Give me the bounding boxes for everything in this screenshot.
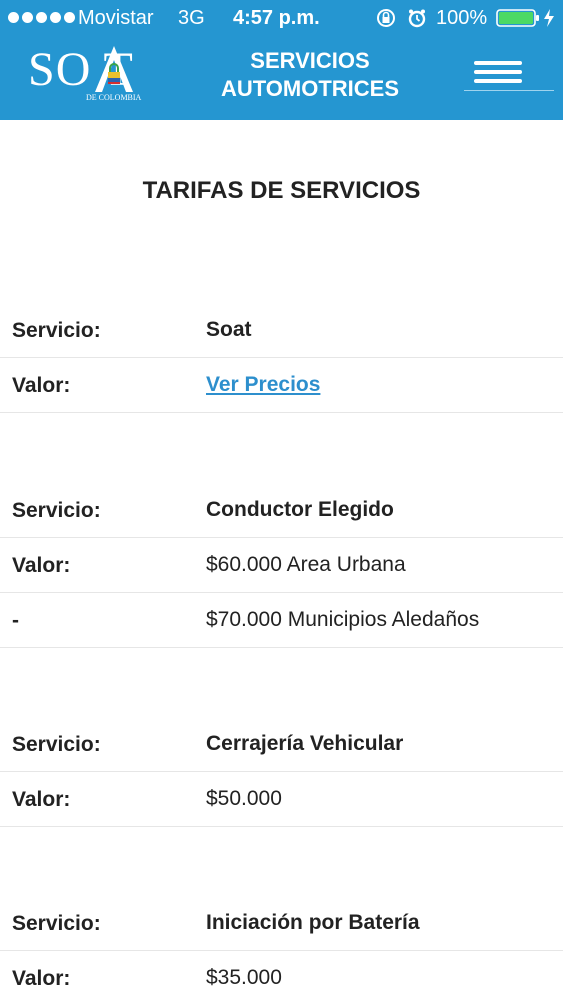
ver-precios-link[interactable]: Ver Precios — [206, 372, 320, 398]
network-type: 3G — [178, 7, 205, 29]
status-bar: Movistar 3G 4:57 p.m. 100% — [0, 0, 563, 36]
value-label: Valor: — [12, 788, 71, 811]
value-label: Valor: — [12, 374, 71, 397]
service-name: Conductor Elegido — [206, 498, 394, 521]
battery-icon — [496, 9, 539, 27]
page-title: TARIFAS DE SERVICIOS — [142, 177, 421, 204]
app-title-line1: SERVICIOS — [250, 48, 370, 73]
carrier-name: Movistar — [78, 7, 154, 29]
service-value: $50.000 — [206, 787, 282, 810]
service-name: Cerrajería Vehicular — [206, 732, 404, 755]
extra-value-row-conductor: - $70.000 Municipios Aledaños — [0, 593, 563, 647]
service-label: Servicio: — [12, 912, 101, 935]
service-name: Iniciación por Batería — [206, 911, 420, 934]
signal-dots-icon — [8, 12, 75, 23]
row-divider — [0, 647, 563, 648]
hamburger-menu-icon[interactable] — [464, 58, 554, 94]
soat-logo[interactable]: SO T DE COLOMBIA — [28, 42, 168, 106]
service-value: $35.000 — [206, 966, 282, 989]
service-row-soat: Servicio: Soat — [0, 303, 563, 357]
value-row-soat: Valor: Ver Precios — [0, 358, 563, 412]
value-label: Valor: — [12, 554, 71, 577]
status-time: 4:57 p.m. — [233, 7, 320, 29]
service-value: $60.000 Area Urbana — [206, 553, 406, 576]
charging-bolt-icon — [544, 9, 554, 27]
app-title: SERVICIOS AUTOMOTRICES — [205, 47, 415, 103]
value-row-conductor: Valor: $60.000 Area Urbana — [0, 538, 563, 592]
app-title-line2: AUTOMOTRICES — [220, 76, 400, 101]
service-row-bateria: Servicio: Iniciación por Batería — [0, 896, 563, 950]
service-label: Servicio: — [12, 733, 101, 756]
row-divider — [0, 826, 563, 827]
value-row-cerrajeria: Valor: $50.000 — [0, 772, 563, 826]
orientation-lock-icon — [377, 9, 395, 27]
service-row-conductor: Servicio: Conductor Elegido — [0, 483, 563, 537]
service-label: Servicio: — [12, 499, 101, 522]
logo-subtext: DE COLOMBIA — [86, 93, 142, 102]
value-label: Valor: — [12, 967, 71, 990]
alarm-icon — [408, 9, 426, 28]
value-row-bateria: Valor: $35.000 — [0, 951, 563, 1005]
battery-percentage: 100% — [436, 7, 488, 29]
service-row-cerrajeria: Servicio: Cerrajería Vehicular — [0, 717, 563, 771]
row-divider — [0, 412, 563, 413]
extra-label: - — [12, 609, 19, 632]
app-header: Movistar 3G 4:57 p.m. 100% SO T DE COLOM… — [0, 0, 563, 120]
service-label: Servicio: — [12, 319, 101, 342]
logo-emblem-icon — [95, 46, 133, 92]
service-name: Soat — [206, 318, 252, 341]
service-extra-value: $70.000 Municipios Aledaños — [206, 608, 480, 631]
